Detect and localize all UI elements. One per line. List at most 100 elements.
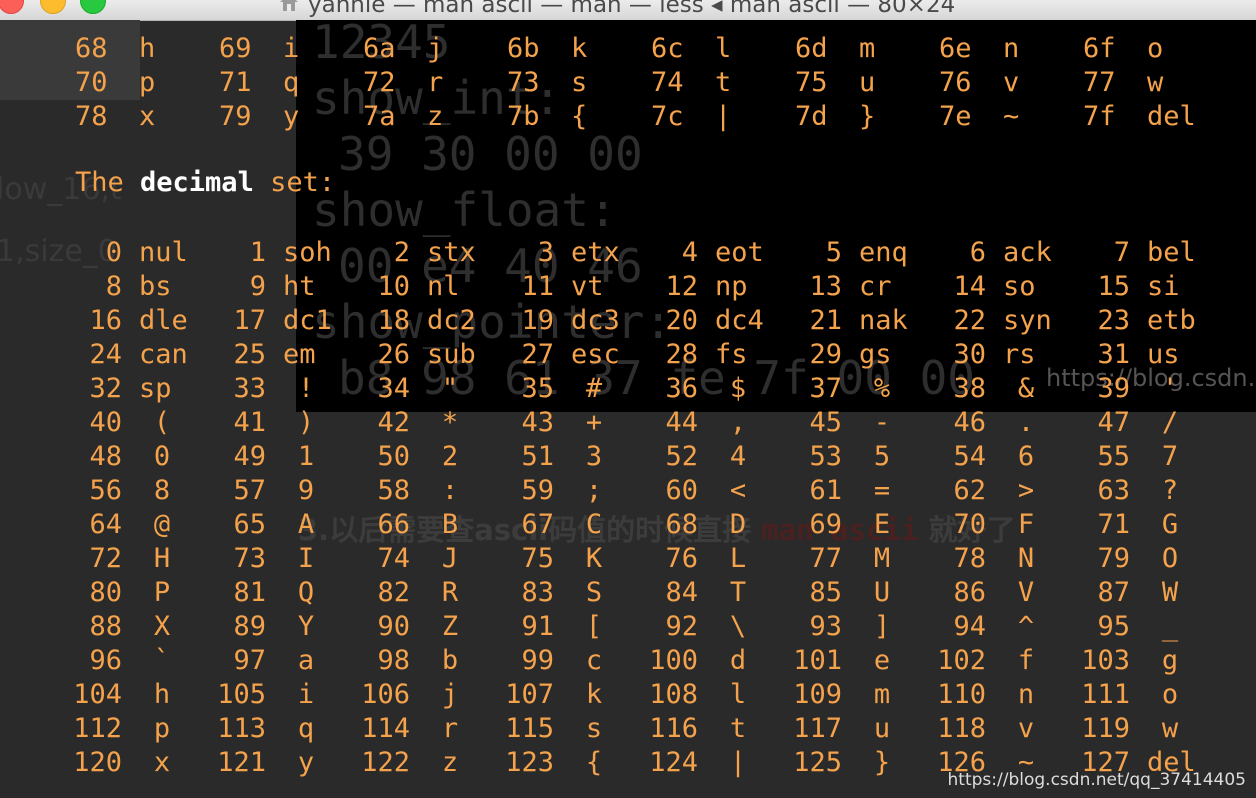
code-value: 109 (793, 679, 842, 710)
char-name: L (729, 543, 747, 574)
code-value: 52 (665, 441, 698, 472)
char-name: ht (283, 271, 316, 302)
code-value: 13 (809, 271, 842, 302)
code-value: 80 (89, 577, 122, 608)
char-name: Q (297, 577, 315, 608)
char-name: d (729, 645, 747, 676)
char-name: g (1161, 645, 1179, 676)
code-value: 107 (505, 679, 554, 710)
code-value: 38 (953, 373, 986, 404)
heading-before: The (75, 167, 141, 198)
code-value: 116 (649, 713, 698, 744)
code-value: 122 (361, 747, 410, 778)
code-value: 15 (1097, 271, 1130, 302)
watermark: https://blog.csdn.net/qq_37414405 (947, 770, 1246, 790)
char-name: Z (441, 611, 459, 642)
code-value: 39 (1097, 373, 1130, 404)
char-name: . (1017, 407, 1035, 438)
code-value: 82 (377, 577, 410, 608)
char-name: l (715, 33, 732, 64)
char-name: w (1161, 713, 1179, 744)
code-value: 78 (75, 101, 108, 132)
char-name: i (297, 679, 315, 710)
char-name: soh (283, 237, 332, 268)
char-name: gs (859, 339, 892, 370)
char-name: nl (427, 271, 460, 302)
char-name: o (1147, 33, 1164, 64)
code-value: 6f (1083, 33, 1116, 64)
char-name: ; (585, 475, 603, 506)
code-value: 69 (219, 33, 252, 64)
char-name: ~ (1003, 101, 1020, 132)
code-value: 87 (1097, 577, 1130, 608)
code-value: 0 (105, 237, 122, 268)
code-value: 37 (809, 373, 842, 404)
code-value: 72 (89, 543, 122, 574)
char-name: syn (1003, 305, 1052, 336)
char-name: N (1017, 543, 1035, 574)
char-name: H (153, 543, 171, 574)
code-value: 74 (651, 67, 684, 98)
code-value: 30 (953, 339, 986, 370)
char-name: p (139, 67, 156, 98)
code-value: 45 (809, 407, 842, 438)
char-name: 0 (153, 441, 171, 472)
code-value: 56 (89, 475, 122, 506)
char-name: l (729, 679, 747, 710)
char-name: { (571, 101, 588, 132)
code-value: 9 (249, 271, 266, 302)
char-name: c (585, 645, 603, 676)
char-name: w (1147, 67, 1164, 98)
char-name: ` (153, 645, 171, 676)
code-value: 31 (1097, 339, 1130, 370)
char-name: a (297, 645, 315, 676)
code-value: 93 (809, 611, 842, 642)
ghost-code-line: show_int: (312, 71, 562, 125)
char-name: A (297, 509, 315, 540)
char-name: t (715, 67, 732, 98)
char-name: 4 (729, 441, 747, 472)
code-value: 11 (521, 271, 554, 302)
minimize-window-button[interactable] (40, 0, 66, 14)
char-name: u (859, 67, 876, 98)
code-value: 106 (361, 679, 410, 710)
char-name: r (441, 713, 459, 744)
code-value: 50 (377, 441, 410, 472)
code-value: 77 (809, 543, 842, 574)
char-name: W (1161, 577, 1179, 608)
char-name: x (153, 747, 171, 778)
code-value: 113 (217, 713, 266, 744)
char-name: ( (153, 407, 171, 438)
char-name: ^ (1017, 611, 1035, 642)
close-window-button[interactable] (0, 0, 24, 14)
code-value: 7a (363, 101, 396, 132)
heading-after: set: (253, 167, 336, 198)
code-value: 58 (377, 475, 410, 506)
code-value: 85 (809, 577, 842, 608)
code-value: 8 (105, 271, 122, 302)
char-name: rs (1003, 339, 1036, 370)
code-value: 41 (233, 407, 266, 438)
char-name: E (873, 509, 891, 540)
char-name: @ (153, 509, 171, 540)
char-name: vt (571, 271, 604, 302)
char-name: sp (139, 373, 172, 404)
char-name: X (153, 611, 171, 642)
char-name: del (1147, 101, 1196, 132)
code-value: 59 (521, 475, 554, 506)
char-name: | (729, 747, 747, 778)
char-name: z (427, 101, 444, 132)
char-name: S (585, 577, 603, 608)
code-value: 79 (1097, 543, 1130, 574)
char-name: stx (427, 237, 476, 268)
char-name: h (139, 33, 156, 64)
char-name: fs (715, 339, 748, 370)
code-value: 78 (953, 543, 986, 574)
code-value: 81 (233, 577, 266, 608)
code-value: 125 (793, 747, 842, 778)
char-name: ' (1161, 373, 1179, 404)
code-value: 86 (953, 577, 986, 608)
code-value: 28 (665, 339, 698, 370)
code-value: 105 (217, 679, 266, 710)
zoom-window-button[interactable] (80, 0, 106, 14)
